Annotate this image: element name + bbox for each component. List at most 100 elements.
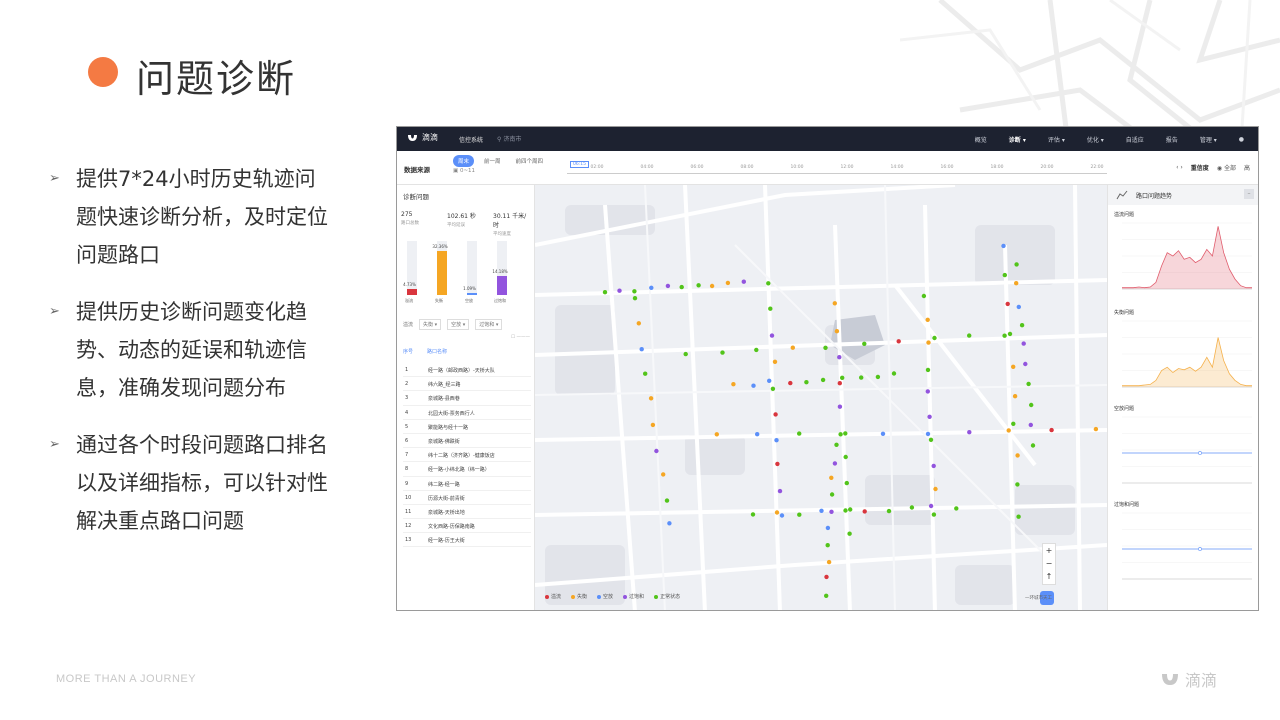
nav-item-optimize-label: 优化 [1086, 136, 1099, 144]
bullet-item: ➢ 通过各个时段问题路口排名 以及详细指标，可以针对性 解决重点路口问题 [46, 426, 376, 540]
nav-item-evaluation[interactable]: 评估 ▾ [1048, 135, 1065, 144]
nav-item-evaluation-label: 评估 [1047, 136, 1060, 144]
intersection-marker [1007, 331, 1013, 337]
trend-area [1122, 337, 1252, 387]
confidence-option-high[interactable]: 高 [1244, 163, 1250, 172]
nav-item-report[interactable]: 报告 [1166, 135, 1178, 144]
legend-item[interactable]: 正常状态 [654, 593, 680, 600]
intersection-marker [790, 345, 795, 350]
table-row[interactable]: 2 纬六路_经三路 [403, 377, 531, 392]
intersection-marker [859, 375, 864, 380]
intersection-marker [832, 461, 838, 466]
table-row[interactable]: 1 经一路（邮政西路）-天桥大队 [403, 363, 531, 378]
table-row[interactable]: 6 泉城路-佛跌街 [403, 434, 531, 449]
intersection-marker [768, 306, 773, 311]
map-view[interactable]: + − ↑ [535, 185, 1107, 610]
user-icon[interactable]: ● [1239, 136, 1244, 143]
trend-panel-header: 路口问题趋势 – [1108, 185, 1258, 205]
intersection-marker [837, 404, 843, 409]
legend-item[interactable]: 溢流 [545, 593, 561, 600]
bar [437, 251, 447, 295]
intersection-marker [773, 412, 778, 417]
time-range[interactable]: ▣ 0~11 [453, 168, 475, 174]
tab-prev-week[interactable]: 前一周 [479, 155, 506, 167]
bar-category-label: 溢流 [405, 298, 413, 303]
prev-arrow-icon[interactable]: ‹ › [1176, 164, 1183, 171]
trend-chart-overflow: 溢流问题 [1112, 211, 1257, 303]
app-screenshot: 滴滴 信控系统 ⚲ 济南市 概览 诊断 ▾ 评估 ▾ 优化 ▾ 自适应 报告 管… [396, 126, 1259, 611]
trend-chart-svg [1122, 320, 1252, 388]
row-number: 11 [405, 508, 412, 515]
intersection-marker [665, 283, 671, 289]
intersection-marker [774, 438, 779, 443]
intersection-marker [928, 503, 934, 509]
confidence-option-all[interactable]: ◉ 全部 [1217, 163, 1236, 172]
table-option-button[interactable]: ☐ ——— [511, 335, 530, 340]
filter-imbalance[interactable]: 失衡 ▾ [419, 319, 442, 330]
timeline-slider[interactable]: 06:15 02:00 04:00 06:00 08:00 10:00 12:00 14:0… [567, 161, 1107, 177]
bullet-line: 题快速诊断分析，及时定位 [76, 205, 328, 229]
table-row[interactable]: 4 北园大街-票务西行人 [403, 406, 531, 420]
intersection-marker [843, 431, 848, 436]
table-row[interactable]: 13 经一路-历王大街 [403, 533, 531, 548]
intersection-marker [779, 513, 785, 518]
table-row[interactable]: 12 文化西路-历保路南路 [403, 519, 531, 534]
filter-imbalance-label: 失衡 [423, 322, 434, 328]
confidence-option-all-label: 全部 [1223, 165, 1236, 172]
legend-item[interactable]: 过饱和 [623, 593, 644, 600]
filter-overflow[interactable]: 溢流 [403, 321, 413, 328]
stat-label: 路口总数 [401, 221, 419, 226]
intersection-marker [1002, 272, 1007, 278]
intersection-marker [788, 380, 793, 386]
nav-item-manage[interactable]: 管理 ▾ [1200, 135, 1217, 144]
top-nav: 概览 诊断 ▾ 评估 ▾ 优化 ▾ 自适应 报告 管理 ▾ ● [975, 127, 1244, 151]
intersection-marker [848, 507, 853, 512]
table-row[interactable]: 3 泉城路-县西巷 [403, 391, 531, 406]
app-logo[interactable]: 滴滴 [407, 132, 438, 143]
table-row[interactable]: 8 经一路-小纬北路（纬一路） [403, 462, 531, 477]
nav-item-optimize[interactable]: 优化 ▾ [1087, 135, 1104, 144]
nav-item-diagnosis[interactable]: 诊断 ▾ [1009, 135, 1026, 144]
compass-button[interactable]: ↑ [1043, 570, 1055, 583]
legend-item[interactable]: 空放 [597, 593, 613, 600]
location-selector[interactable]: ⚲ 济南市 [497, 134, 521, 143]
bullet-arrow-icon: ➢ [49, 437, 60, 452]
trend-chart-imbalance: 失衡问题 [1112, 309, 1257, 401]
tab-weekend[interactable]: 周末 [453, 155, 475, 167]
intersection-marker [832, 301, 837, 306]
filter-oversaturation[interactable]: 过饱和 ▾ [475, 319, 503, 330]
row-number: 1 [405, 367, 409, 373]
row-intersection-name: 经一路-历王大街 [428, 538, 465, 545]
intersection-marker [804, 380, 809, 385]
table-row[interactable]: 11 泉城路-天桥出地 [403, 505, 531, 520]
nav-item-manage-label: 管理 [1199, 136, 1212, 144]
intersection-marker [650, 422, 656, 428]
legend-item[interactable]: 失衡 [571, 593, 587, 600]
intersection-marker [825, 543, 830, 548]
table-row[interactable]: 7 纬十二路（济齐路）-健康饭店 [403, 448, 531, 463]
timeline-marker[interactable]: 06:15 [570, 161, 589, 168]
row-number: 9 [405, 480, 409, 487]
intersection-marker [774, 510, 780, 515]
table-row[interactable]: 9 纬二路-经一路 [403, 477, 531, 491]
nav-item-adaptive[interactable]: 自适应 [1126, 135, 1144, 144]
row-number: 12 [405, 523, 412, 530]
collapse-button[interactable]: – [1244, 189, 1254, 199]
intersection-marker [931, 463, 936, 469]
table-row[interactable]: 10 历源大街-前青街 [403, 491, 531, 505]
intersection-marker [1023, 361, 1028, 367]
footer-slogan: MORE THAN A JOURNEY [56, 673, 197, 685]
filter-idle[interactable]: 空放 ▾ [447, 319, 470, 330]
trend-chart-icon [1116, 190, 1128, 200]
table-row[interactable]: 5 聚能路与经十一路 [403, 420, 531, 434]
nav-item-overview[interactable]: 概览 [975, 135, 987, 144]
row-intersection-name: 纬十二路（济齐路）-健康饭店 [428, 453, 495, 460]
intersection-marker [837, 381, 842, 386]
zoom-in-button[interactable]: + [1043, 544, 1055, 557]
zoom-out-button[interactable]: − [1043, 557, 1055, 570]
timeline-tick: 10:00 [790, 165, 804, 170]
trend-chart-svg [1122, 222, 1252, 290]
intersection-marker [954, 506, 959, 511]
intersection-marker [767, 378, 772, 383]
tab-prev-four-thursdays[interactable]: 前四个周四 [511, 155, 549, 167]
